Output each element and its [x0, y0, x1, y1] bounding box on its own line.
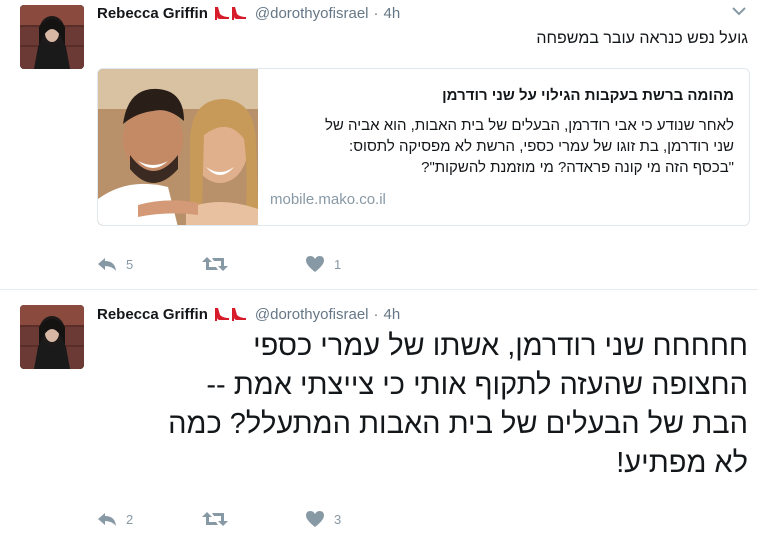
reply-icon [98, 258, 116, 271]
separator-dot: · [373, 4, 379, 22]
reply-button[interactable]: 2 [97, 511, 202, 527]
high-heel-shoes-icon [214, 306, 248, 322]
retweet-button[interactable] [202, 256, 305, 272]
card-description: לאחר שנודע כי אבי רודרמן, הבעלים של בית … [270, 115, 734, 178]
avatar-image [20, 5, 84, 69]
avatar-image [20, 305, 84, 369]
card-description-line: "בכסף הזה מי קונה פראדה? מי מוזמנת להשקו… [421, 159, 734, 176]
tweet-header: Rebecca Griffin @dorothyofisrael · 4h [97, 304, 400, 324]
chevron-down-icon[interactable] [730, 4, 748, 18]
tweet-text: חחחחח שני רודרמן, אשתו של עמרי כספי החצו… [93, 327, 748, 483]
heart-icon [306, 511, 324, 527]
like-button[interactable]: 3 [305, 510, 365, 528]
retweet-button[interactable] [202, 511, 305, 527]
reply-count: 2 [126, 511, 134, 527]
timestamp[interactable]: 4h [384, 306, 401, 323]
link-card[interactable]: מהומה ברשת בעקבות הגילוי על שני רודרמן ל… [97, 68, 750, 226]
tweet-text-line: לא מפתיע! [616, 447, 748, 479]
author-name[interactable]: Rebecca Griffin [97, 5, 208, 22]
tweet-actions: 2 3 [97, 508, 365, 530]
tweet[interactable]: Rebecca Griffin @dorothyofisrael · 4h גו… [0, 0, 758, 290]
tweet[interactable]: Rebecca Griffin @dorothyofisrael · 4h חח… [0, 291, 758, 539]
avatar[interactable] [20, 5, 84, 69]
card-description-line: לאחר שנודע כי אבי רודרמן, הבעלים של בית … [324, 117, 734, 134]
timestamp[interactable]: 4h [384, 5, 401, 22]
like-count: 1 [334, 256, 342, 272]
reply-icon [98, 513, 116, 526]
tweet-header: Rebecca Griffin @dorothyofisrael · 4h [97, 3, 400, 23]
card-description-line: שני רודרמן, בת זוגו של עמרי כספי, הרשת ל… [349, 138, 734, 155]
author-name[interactable]: Rebecca Griffin [97, 306, 208, 323]
card-image [98, 69, 258, 225]
avatar[interactable] [20, 305, 84, 369]
retweet-icon [202, 512, 228, 526]
reply-count: 5 [126, 256, 134, 272]
author-handle[interactable]: @dorothyofisrael [255, 5, 369, 22]
reply-button[interactable]: 5 [97, 256, 202, 272]
tweet-text-line: הבת של הבעלים של בית האבות המתעלל? כמה [168, 408, 748, 440]
tweet-text-line: החצופה שהעזה לתקוף אותי כי צייצתי אמת -- [206, 369, 748, 401]
card-body: מהומה ברשת בעקבות הגילוי על שני רודרמן ל… [270, 85, 734, 178]
high-heel-shoes-icon [214, 5, 248, 21]
tweet-actions: 5 1 [97, 253, 365, 275]
heart-icon [306, 256, 324, 272]
tweet-text-line: חחחחח שני רודרמן, אשתו של עמרי כספי [253, 330, 748, 362]
retweet-icon [202, 257, 228, 271]
card-domain[interactable]: mobile.mako.co.il [270, 191, 386, 208]
author-handle[interactable]: @dorothyofisrael [255, 306, 369, 323]
card-title[interactable]: מהומה ברשת בעקבות הגילוי על שני רודרמן [270, 85, 734, 107]
like-count: 3 [334, 511, 342, 527]
separator-dot: · [373, 305, 379, 323]
tweet-text: גועל נפש כנראה עובר במשפחה [536, 30, 748, 47]
like-button[interactable]: 1 [305, 255, 365, 273]
